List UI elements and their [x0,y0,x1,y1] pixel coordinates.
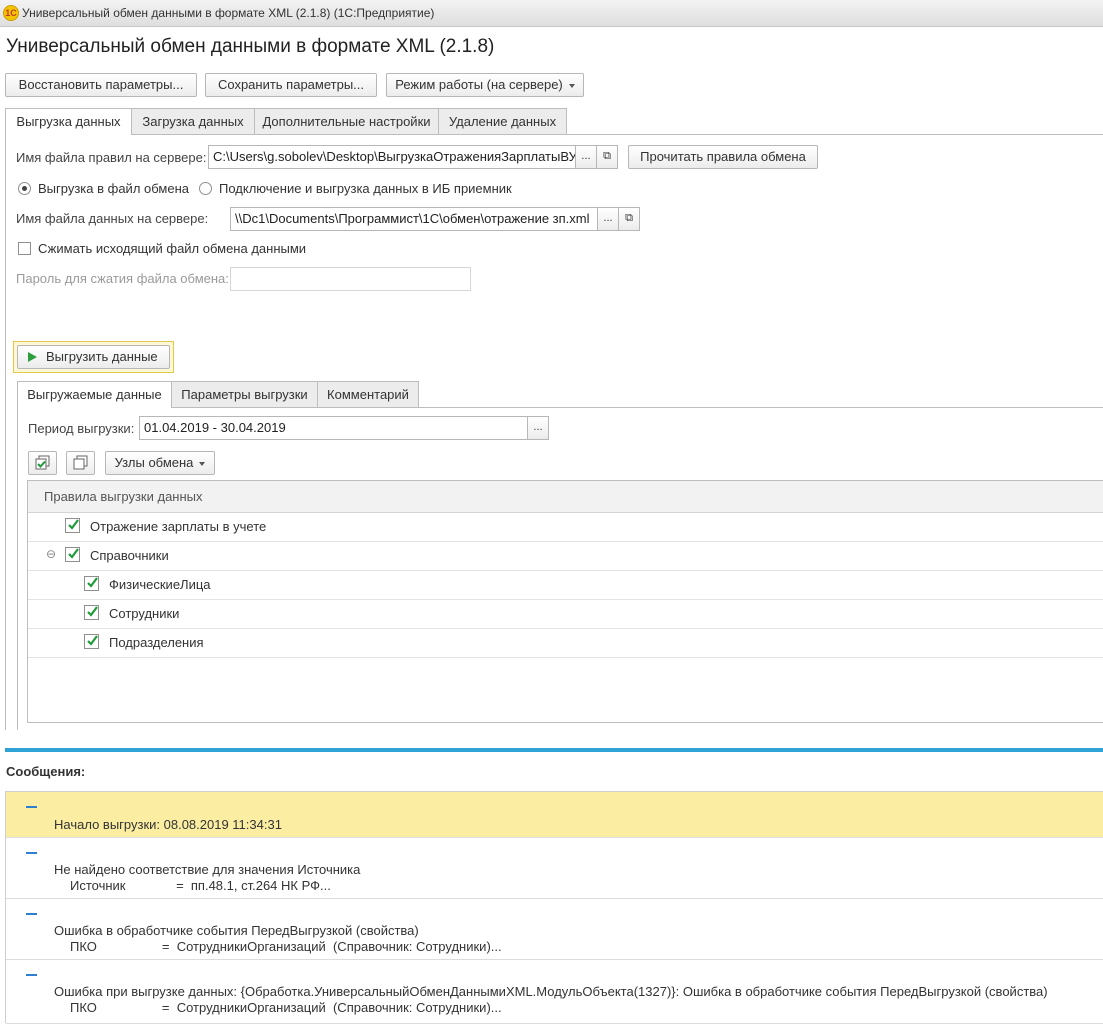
window-title: Универсальный обмен данными в формате XM… [22,6,435,20]
table-row[interactable]: Сотрудники [28,599,1103,629]
password-label: Пароль для сжатия файла обмена: [16,271,229,286]
table-row[interactable]: ФизическиеЛица [28,570,1103,600]
messages-title: Сообщения: [6,764,86,779]
message-line: ПКО = СотрудникиОрганизаций (Справочник:… [70,939,502,954]
message-line: Не найдено соответствие для значения Ист… [54,862,361,877]
uncheck-all-icon [73,455,88,470]
rules-file-label: Имя файла правил на сервере: [16,150,207,165]
table-row[interactable]: ⊖ Справочники [28,541,1103,571]
row-checkbox[interactable] [65,547,80,562]
chevron-down-icon [568,83,575,88]
subtab-comment[interactable]: Комментарий [317,381,419,407]
period-label: Период выгрузки: [28,421,135,436]
tab-panel-border [5,135,6,730]
row-checkbox[interactable] [84,634,99,649]
uncheck-all-button[interactable] [66,451,95,475]
message-marker-icon [26,852,37,854]
period-input[interactable]: 01.04.2019 - 30.04.2019 [139,416,528,440]
radio-connect-ib[interactable] [199,182,212,195]
message-item[interactable]: Не найдено соответствие для значения Ист… [6,838,1103,899]
messages-separator[interactable] [5,748,1103,752]
message-item[interactable]: Ошибка при выгрузке данных: {Обработка.У… [6,960,1103,1024]
message-line: Ошибка при выгрузке данных: {Обработка.У… [54,984,1048,999]
checkmark-icon [68,519,79,530]
checkmark-icon [68,548,79,559]
table-row[interactable]: Подразделения [28,628,1103,658]
checkmark-icon [87,635,98,646]
compress-checkbox[interactable] [18,242,31,255]
chevron-down-icon [199,461,206,466]
app-logo-icon: 1С [3,5,19,21]
subtabs-divider [17,407,1103,408]
exchange-nodes-label: Узлы обмена [114,455,194,470]
row-label: Справочники [90,548,169,563]
tab-import[interactable]: Загрузка данных [131,108,255,134]
subtab-exported-data[interactable]: Выгружаемые данные [17,381,172,408]
check-all-icon [35,455,50,470]
table-header-label: Правила выгрузки данных [44,489,203,504]
data-file-open-icon[interactable]: ⧉ [618,207,640,231]
row-checkbox[interactable] [84,605,99,620]
tab-additional-settings[interactable]: Дополнительные настройки [254,108,439,134]
data-file-choose-button[interactable]: ... [597,207,619,231]
message-line: Ошибка в обработчике события ПередВыгруз… [54,923,419,938]
checkmark-icon [87,606,98,617]
row-label: Сотрудники [109,606,180,621]
row-label: Отражение зарплаты в учете [90,519,267,534]
rules-file-choose-button[interactable]: ... [575,145,597,169]
row-label: ФизическиеЛица [109,577,211,592]
table-row[interactable]: Отражение зарплаты в учете [28,512,1103,542]
table-header: Правила выгрузки данных [28,481,1103,513]
data-file-input[interactable]: \\Dc1\Documents\Программист\1С\обмен\отр… [230,207,598,231]
checkmark-icon [87,577,98,588]
mode-dropdown-button[interactable]: Режим работы (на сервере) [386,73,584,97]
row-label: Подразделения [109,635,204,650]
period-choose-button[interactable]: ... [527,416,549,440]
restore-params-button[interactable]: Восстановить параметры... [5,73,197,97]
window-title-bar: 1С Универсальный обмен данными в формате… [0,0,1103,27]
row-checkbox[interactable] [84,576,99,591]
message-item[interactable]: Ошибка в обработчике события ПередВыгруз… [6,899,1103,960]
tab-export[interactable]: Выгрузка данных [5,108,132,135]
password-input[interactable] [230,267,471,291]
page-title: Универсальный обмен данными в формате XM… [6,36,495,57]
data-file-label: Имя файла данных на сервере: [16,211,209,226]
message-line: ПКО = СотрудникиОрганизаций (Справочник:… [70,1000,502,1015]
tabs-divider [5,134,1103,135]
export-data-button-label: Выгрузить данные [46,349,158,364]
export-rules-table: Правила выгрузки данных Отражение зарпла… [27,480,1103,723]
message-item[interactable]: Начало выгрузки: 08.08.2019 11:34:31 [6,792,1103,838]
row-checkbox[interactable] [65,518,80,533]
collapse-icon[interactable]: ⊖ [46,547,56,561]
read-rules-button[interactable]: Прочитать правила обмена [628,145,818,169]
subtab-panel-border [17,408,18,730]
compress-label: Сжимать исходящий файл обмена данными [38,241,307,256]
message-marker-icon [26,913,37,915]
export-data-button[interactable]: Выгрузить данные [17,345,170,369]
rules-file-open-icon[interactable]: ⧉ [596,145,618,169]
radio-export-to-file-label: Выгрузка в файл обмена [38,181,189,196]
check-all-button[interactable] [28,451,57,475]
radio-connect-ib-label: Подключение и выгрузка данных в ИБ прием… [219,181,512,196]
radio-export-to-file[interactable] [18,182,31,195]
messages-panel: Начало выгрузки: 08.08.2019 11:34:31 Не … [5,791,1103,1024]
message-line: Начало выгрузки: 08.08.2019 11:34:31 [54,817,282,832]
rules-file-input[interactable]: C:\Users\g.sobolev\Desktop\ВыгрузкаОтраж… [208,145,576,169]
mode-label: Режим работы (на сервере) [395,77,563,92]
message-marker-icon [26,806,37,808]
tab-delete-data[interactable]: Удаление данных [438,108,567,134]
exchange-nodes-dropdown[interactable]: Узлы обмена [105,451,215,475]
message-line: Источник = пп.48.1, ст.264 НК РФ... [70,878,331,893]
play-icon [28,352,37,362]
save-params-button[interactable]: Сохранить параметры... [205,73,377,97]
message-marker-icon [26,974,37,976]
subtab-export-params[interactable]: Параметры выгрузки [171,381,318,407]
